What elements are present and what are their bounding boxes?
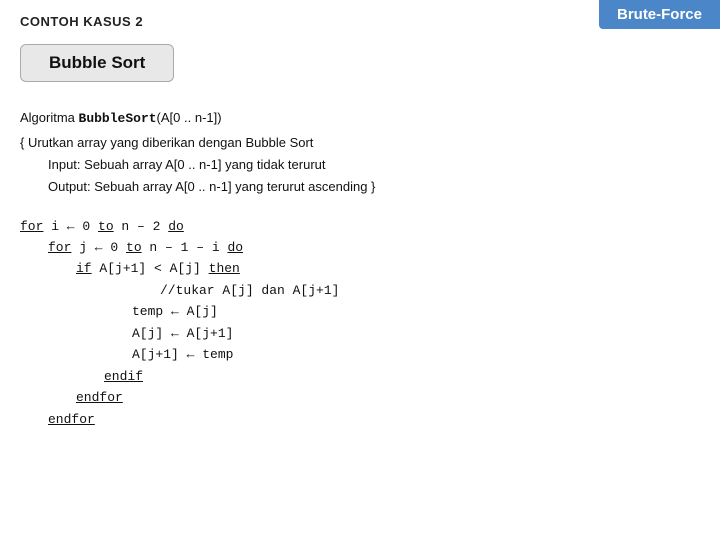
algo-line4: Output: Sebuah array A[0 .. n-1] yang te… <box>20 177 700 197</box>
algo-output-rest: : Sebuah array A[0 .. n-1] yang terurut … <box>87 179 375 194</box>
algo-line3: Input: Sebuah array A[0 .. n-1] yang tid… <box>20 155 700 175</box>
code-line-for-i: for i ← 0 to n – 2 do <box>20 216 700 237</box>
do-keyword-2: do <box>227 240 243 255</box>
code-line-endfor-outer: endfor <box>20 409 700 430</box>
algo-params: (A[0 .. n-1]) <box>157 110 222 125</box>
endfor-keyword-outer: endfor <box>48 412 95 427</box>
brute-force-badge: Brute-Force <box>599 0 720 29</box>
code-i-end: n – 2 <box>114 219 169 234</box>
code-line-temp: temp ← A[j] <box>20 301 700 322</box>
algo-function-name: BubbleSort <box>79 111 157 126</box>
algo-line2: { Urutkan array yang diberikan dengan Bu… <box>20 133 700 153</box>
for-keyword-2: for <box>48 240 71 255</box>
code-j-rest: j ← 0 <box>71 240 126 255</box>
code-line-aj1: A[j+1] ← temp <box>20 344 700 365</box>
page-title: CONTOH KASUS 2 <box>20 14 143 29</box>
for-keyword-1: for <box>20 219 43 234</box>
code-line-comment: //tukar A[j] dan A[j+1] <box>20 280 700 301</box>
code-i-rest: i ← 0 <box>43 219 98 234</box>
algo-output-label: Output <box>48 179 87 194</box>
code-line-if: if A[j+1] < A[j] then <box>20 258 700 279</box>
algo-header-line: Algoritma BubbleSort(A[0 .. n-1]) <box>20 108 700 129</box>
content-area: Algoritma BubbleSort(A[0 .. n-1]) { Urut… <box>20 108 700 430</box>
code-line-for-j: for j ← 0 to n – 1 – i do <box>20 237 700 258</box>
algo-input-label: Input <box>48 157 77 172</box>
code-section: for i ← 0 to n – 2 do for j ← 0 to n – 1… <box>20 216 700 430</box>
bubble-sort-label: Bubble Sort <box>20 44 174 82</box>
endif-keyword: endif <box>104 369 143 384</box>
then-keyword: then <box>209 261 240 276</box>
to-keyword-2: to <box>126 240 142 255</box>
code-line-endif: endif <box>20 366 700 387</box>
code-line-endfor-inner: endfor <box>20 387 700 408</box>
algo-input-rest: : Sebuah array A[0 .. n-1] yang tidak te… <box>77 157 326 172</box>
do-keyword-1: do <box>168 219 184 234</box>
code-line-aj: A[j] ← A[j+1] <box>20 323 700 344</box>
if-keyword: if <box>76 261 92 276</box>
to-keyword-1: to <box>98 219 114 234</box>
code-if-rest: A[j+1] < A[j] <box>92 261 209 276</box>
code-j-end: n – 1 – i <box>142 240 228 255</box>
endfor-keyword-inner: endfor <box>76 390 123 405</box>
algo-prefix: Algoritma <box>20 110 79 125</box>
